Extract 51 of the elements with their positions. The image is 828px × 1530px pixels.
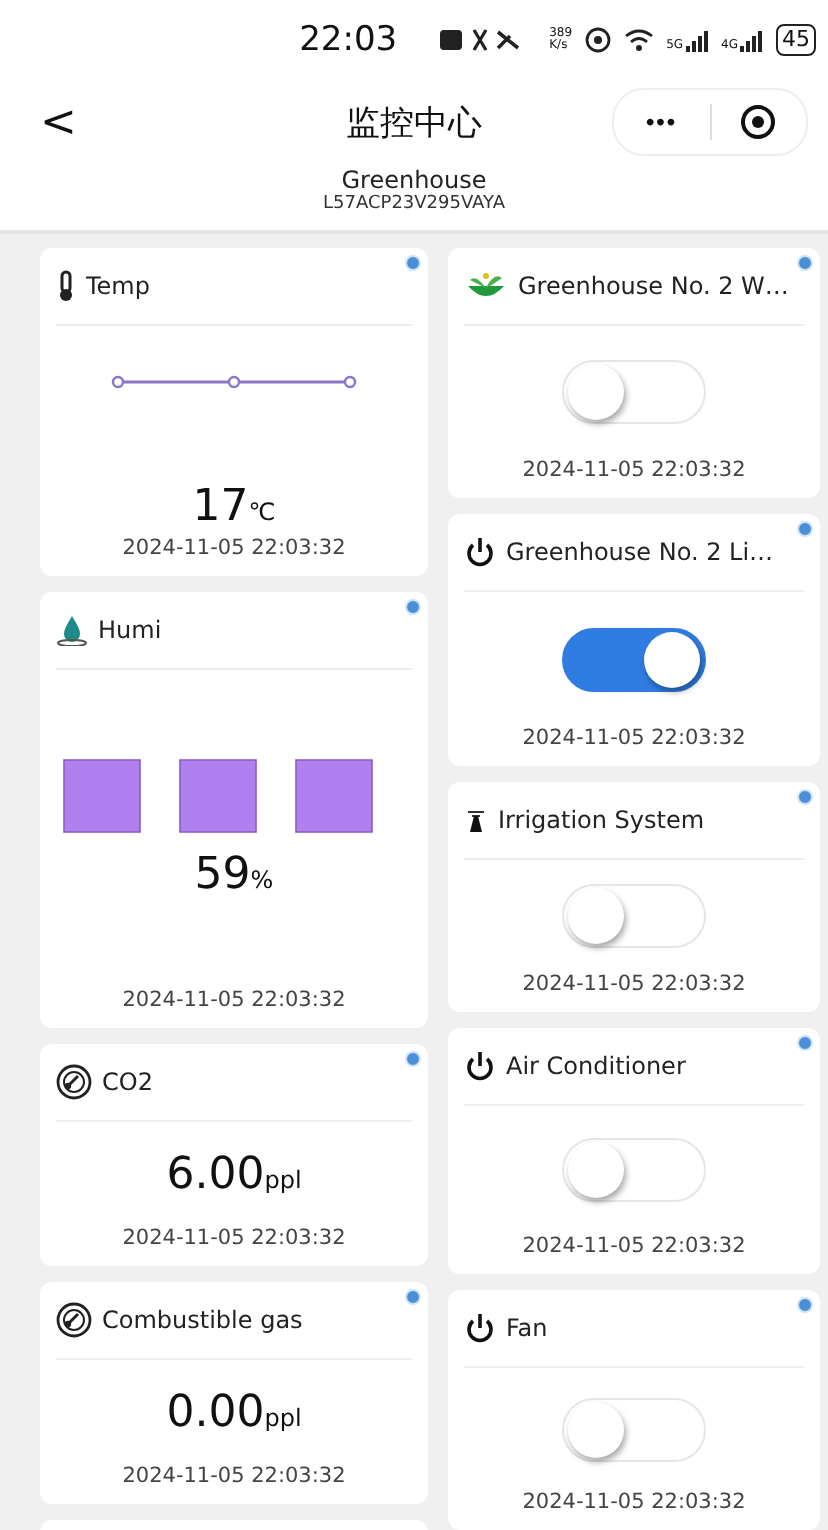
wifi-icon bbox=[624, 28, 655, 52]
toggle-switch[interactable] bbox=[562, 627, 706, 691]
sprinkler-icon bbox=[464, 806, 488, 834]
update-time: 2024-11-05 22:03:32 bbox=[520, 726, 748, 754]
card-title: Combustible gas bbox=[102, 1306, 303, 1334]
card-title: Greenhouse No. 2 Li… bbox=[506, 538, 774, 566]
status-dot-icon bbox=[404, 598, 422, 616]
update-time: 2024-11-05 22:03:32 bbox=[520, 458, 748, 486]
status-dot-icon bbox=[796, 788, 814, 806]
power-icon bbox=[464, 1312, 496, 1344]
status-dot-icon bbox=[796, 1034, 814, 1052]
update-time: 2024-11-05 22:03:32 bbox=[120, 536, 348, 564]
update-time: 2024-11-05 22:03:32 bbox=[120, 988, 348, 1016]
power-icon bbox=[464, 1050, 496, 1082]
update-time: 2024-11-05 22:03:32 bbox=[520, 1490, 748, 1518]
gauge-icon bbox=[56, 1302, 92, 1338]
plant-icon bbox=[464, 270, 508, 302]
update-time: 2024-11-05 22:03:32 bbox=[520, 1234, 748, 1262]
card-title: Temp bbox=[86, 272, 150, 300]
sensor-reading: 0.00ppl bbox=[166, 1387, 302, 1437]
sensor-reading: 17℃ bbox=[192, 482, 276, 532]
page-title: 监控中心 bbox=[346, 101, 482, 145]
status-dot-icon bbox=[796, 1296, 814, 1314]
hotspot-icon bbox=[584, 26, 613, 54]
battery-level: 45 bbox=[776, 24, 816, 56]
sensor-reading: 59% bbox=[194, 850, 274, 900]
power-icon bbox=[464, 536, 496, 568]
card-title: Irrigation System bbox=[498, 806, 705, 834]
card-title: CO2 bbox=[102, 1068, 153, 1096]
card-title: Air Conditioner bbox=[506, 1052, 686, 1080]
device-name: Greenhouse bbox=[339, 166, 489, 194]
back-button[interactable]: < bbox=[40, 97, 77, 147]
update-time: 2024-11-05 22:03:32 bbox=[120, 1464, 348, 1492]
status-dot-icon bbox=[404, 1288, 422, 1306]
status-dot-icon bbox=[404, 254, 422, 272]
card-title: Greenhouse No. 2 W… bbox=[518, 272, 789, 300]
more-button[interactable]: ••• bbox=[614, 108, 709, 136]
update-time: 2024-11-05 22:03:32 bbox=[520, 972, 748, 1000]
status-dot-icon bbox=[404, 1050, 422, 1068]
status-time: 22:03 bbox=[299, 20, 398, 60]
card-title: Humi bbox=[98, 616, 162, 644]
thermometer-icon bbox=[56, 270, 76, 302]
water-drop-icon bbox=[56, 614, 88, 646]
gauge-icon bbox=[56, 1064, 92, 1100]
status-dot-icon bbox=[796, 520, 814, 538]
card-title: Fan bbox=[506, 1314, 548, 1342]
sensor-reading: 6.00ppl bbox=[166, 1149, 302, 1199]
status-dot-icon bbox=[796, 254, 814, 272]
update-time: 2024-11-05 22:03:32 bbox=[120, 1226, 348, 1254]
close-icon bbox=[740, 104, 777, 140]
device-id: L57ACP23V295VAYA bbox=[321, 194, 507, 214]
